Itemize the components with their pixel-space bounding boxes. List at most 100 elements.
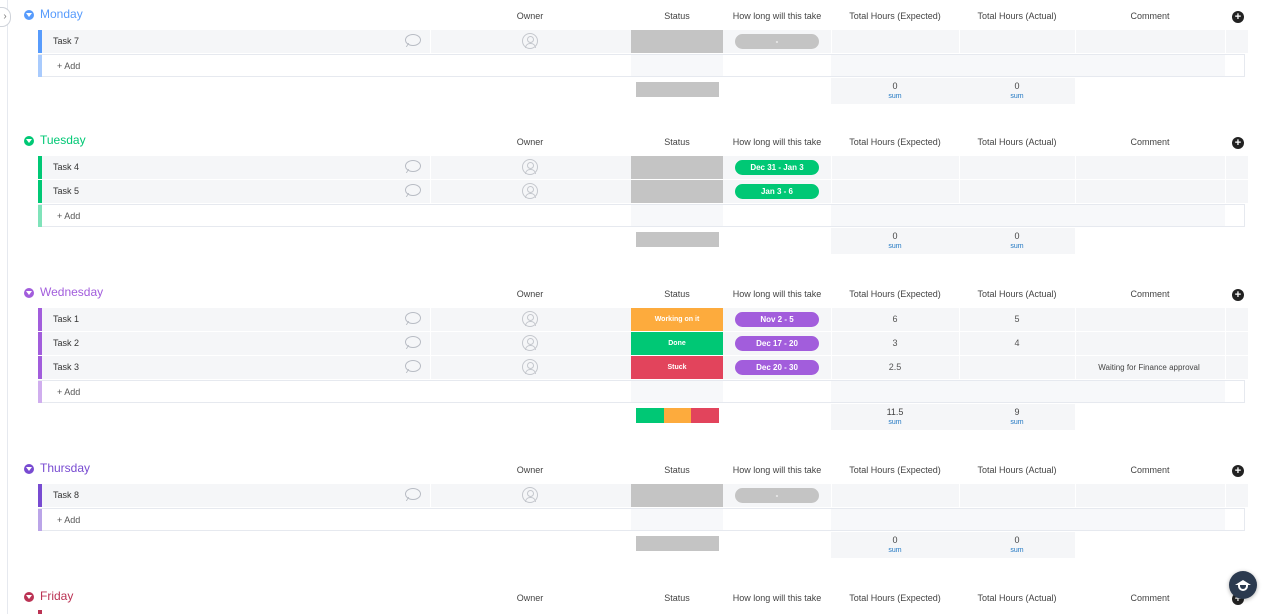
column-header-status[interactable]: Status — [647, 465, 707, 475]
table-row[interactable]: Task 7 - — [38, 30, 1248, 54]
owner-avatar-icon[interactable] — [522, 311, 538, 327]
group-collapse-icon[interactable] — [24, 592, 34, 602]
task-name[interactable]: Task 3 — [53, 362, 79, 372]
conversation-icon[interactable] — [405, 34, 421, 46]
column-header-status[interactable]: Status — [647, 593, 707, 603]
column-header-how-long[interactable]: How long will this take — [722, 137, 832, 147]
timeline-pill[interactable]: - — [735, 34, 819, 49]
owner-avatar-icon[interactable] — [522, 359, 538, 375]
add-column-icon[interactable]: + — [1232, 137, 1244, 149]
status-cell[interactable]: Done — [631, 332, 723, 355]
owner-avatar-icon[interactable] — [522, 33, 538, 49]
conversation-icon[interactable] — [405, 488, 421, 500]
status-cell[interactable]: Stuck — [631, 356, 723, 379]
column-header-actual[interactable]: Total Hours (Actual) — [957, 289, 1077, 299]
actual-hours-cell[interactable]: 5 — [987, 314, 1047, 324]
status-cell[interactable] — [631, 180, 723, 203]
column-header-expected[interactable]: Total Hours (Expected) — [835, 11, 955, 21]
status-summary-bar[interactable] — [636, 408, 719, 423]
add-column-icon[interactable]: + — [1232, 289, 1244, 301]
column-header-owner[interactable]: Owner — [500, 289, 560, 299]
owner-avatar-icon[interactable] — [522, 335, 538, 351]
status-cell[interactable]: Working on it — [631, 308, 723, 331]
status-cell[interactable] — [631, 156, 723, 179]
column-header-comment[interactable]: Comment — [1100, 593, 1200, 603]
expected-hours-cell[interactable]: 3 — [865, 338, 925, 348]
status-summary-bar[interactable] — [636, 536, 719, 551]
column-header-how-long[interactable]: How long will this take — [722, 11, 832, 21]
column-header-actual[interactable]: Total Hours (Actual) — [957, 11, 1077, 21]
status-cell[interactable] — [631, 30, 723, 53]
status-summary-bar[interactable] — [636, 82, 719, 97]
column-header-comment[interactable]: Comment — [1100, 465, 1200, 475]
column-header-how-long[interactable]: How long will this take — [722, 593, 832, 603]
table-row[interactable]: Task 4 Dec 31 - Jan 3 — [38, 156, 1248, 180]
column-header-expected[interactable]: Total Hours (Expected) — [835, 137, 955, 147]
group-collapse-icon[interactable] — [24, 10, 34, 20]
task-name[interactable]: Task 2 — [53, 338, 79, 348]
column-header-owner[interactable]: Owner — [500, 11, 560, 21]
column-header-status[interactable]: Status — [647, 289, 707, 299]
expected-hours-cell[interactable]: 2.5 — [865, 362, 925, 372]
owner-avatar-icon[interactable] — [522, 487, 538, 503]
group-collapse-icon[interactable] — [24, 464, 34, 474]
group-title[interactable]: Thursday — [40, 461, 90, 475]
status-summary-bar[interactable] — [636, 232, 719, 247]
timeline-pill[interactable]: Jan 3 - 6 — [735, 184, 819, 199]
column-header-expected[interactable]: Total Hours (Expected) — [835, 593, 955, 603]
task-name[interactable]: Task 1 — [53, 314, 79, 324]
comment-cell[interactable]: Waiting for Finance approval — [1074, 363, 1224, 372]
expected-hours-cell[interactable]: 6 — [865, 314, 925, 324]
column-header-status[interactable]: Status — [647, 11, 707, 21]
actual-hours-cell[interactable]: 4 — [987, 338, 1047, 348]
column-header-comment[interactable]: Comment — [1100, 11, 1200, 21]
conversation-icon[interactable] — [405, 184, 421, 196]
group-collapse-icon[interactable] — [24, 136, 34, 146]
column-header-comment[interactable]: Comment — [1100, 137, 1200, 147]
task-name[interactable]: Task 8 — [53, 490, 79, 500]
column-header-owner[interactable]: Owner — [500, 593, 560, 603]
column-header-actual[interactable]: Total Hours (Actual) — [957, 137, 1077, 147]
owner-avatar-icon[interactable] — [522, 159, 538, 175]
group-title[interactable]: Wednesday — [40, 285, 103, 299]
column-header-comment[interactable]: Comment — [1100, 289, 1200, 299]
timeline-pill[interactable]: Dec 31 - Jan 3 — [735, 160, 819, 175]
owner-avatar-icon[interactable] — [522, 183, 538, 199]
column-header-expected[interactable]: Total Hours (Expected) — [835, 289, 955, 299]
column-header-how-long[interactable]: How long will this take — [722, 465, 832, 475]
table-row[interactable]: Task 2 Done Dec 17 - 20 3 4 — [38, 332, 1248, 356]
add-item-button[interactable]: + Add — [57, 211, 80, 221]
learning-center-icon[interactable] — [1229, 571, 1257, 599]
column-header-actual[interactable]: Total Hours (Actual) — [957, 465, 1077, 475]
status-cell[interactable] — [631, 484, 723, 507]
conversation-icon[interactable] — [405, 336, 421, 348]
timeline-pill[interactable]: Dec 17 - 20 — [735, 336, 819, 351]
add-column-icon[interactable]: + — [1232, 465, 1244, 477]
task-name[interactable]: Task 7 — [53, 36, 79, 46]
column-header-status[interactable]: Status — [647, 137, 707, 147]
group-title[interactable]: Friday — [40, 589, 73, 603]
group-title[interactable]: Monday — [40, 7, 83, 21]
column-header-actual[interactable]: Total Hours (Actual) — [957, 593, 1077, 603]
table-row[interactable]: Task 8 - — [38, 484, 1248, 508]
add-item-button[interactable]: + Add — [57, 387, 80, 397]
column-header-owner[interactable]: Owner — [500, 137, 560, 147]
add-column-icon[interactable]: + — [1232, 11, 1244, 23]
table-row[interactable]: Task 3 Stuck Dec 20 - 30 2.5 Waiting for Fin… — [38, 356, 1248, 380]
column-header-expected[interactable]: Total Hours (Expected) — [835, 465, 955, 475]
table-row[interactable]: Task 1 Working on it Nov 2 - 5 6 5 — [38, 308, 1248, 332]
timeline-pill[interactable]: Dec 20 - 30 — [735, 360, 819, 375]
timeline-pill[interactable]: Nov 2 - 5 — [735, 312, 819, 327]
add-item-row[interactable]: + Add — [38, 204, 1245, 227]
task-name[interactable]: Task 4 — [53, 162, 79, 172]
add-item-row[interactable]: + Add — [38, 54, 1245, 77]
conversation-icon[interactable] — [405, 312, 421, 324]
table-row[interactable]: Task 5 Jan 3 - 6 — [38, 180, 1248, 204]
conversation-icon[interactable] — [405, 360, 421, 372]
group-title[interactable]: Tuesday — [40, 133, 86, 147]
add-item-row[interactable]: + Add — [38, 380, 1245, 403]
group-collapse-icon[interactable] — [24, 288, 34, 298]
column-header-how-long[interactable]: How long will this take — [722, 289, 832, 299]
add-item-row[interactable]: + Add — [38, 508, 1245, 531]
column-header-owner[interactable]: Owner — [500, 465, 560, 475]
